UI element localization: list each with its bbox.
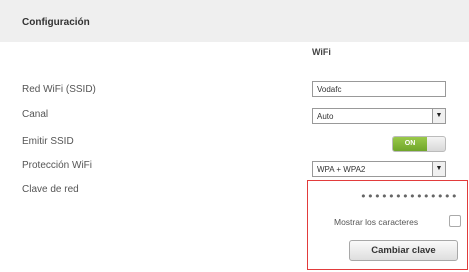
show-characters-label: Mostrar los caracteres	[334, 217, 419, 227]
chevron-down-icon[interactable]: ▼	[432, 109, 445, 123]
channel-label: Canal	[22, 109, 49, 120]
ssid-label: Red WiFi (SSID)	[22, 84, 96, 95]
config-header: Configuración	[0, 0, 469, 42]
masked-password: ••••••••••••••	[360, 190, 458, 203]
ssid-input[interactable]: Vodafc	[312, 81, 446, 97]
change-key-button[interactable]: Cambiar clave	[349, 240, 458, 261]
network-key-panel: •••••••••••••• Mostrar los caracteres Ca…	[307, 180, 468, 270]
channel-select[interactable]: Auto ▼	[312, 108, 446, 124]
protection-value: WPA + WPA2	[317, 165, 366, 174]
broadcast-ssid-toggle[interactable]: ON	[392, 136, 446, 152]
chevron-down-icon[interactable]: ▼	[432, 162, 445, 176]
protection-label: Protección WiFi	[22, 160, 93, 171]
broadcast-ssid-label: Emitir SSID	[22, 136, 74, 147]
toggle-on-label: ON	[393, 137, 427, 151]
show-characters-checkbox[interactable]	[449, 215, 461, 227]
protection-select[interactable]: WPA + WPA2 ▼	[312, 161, 446, 177]
page-title: Configuración	[22, 17, 90, 28]
channel-value: Auto	[317, 112, 334, 121]
wifi-column-title: WiFi	[312, 47, 331, 57]
network-key-label: Clave de red	[22, 184, 79, 195]
